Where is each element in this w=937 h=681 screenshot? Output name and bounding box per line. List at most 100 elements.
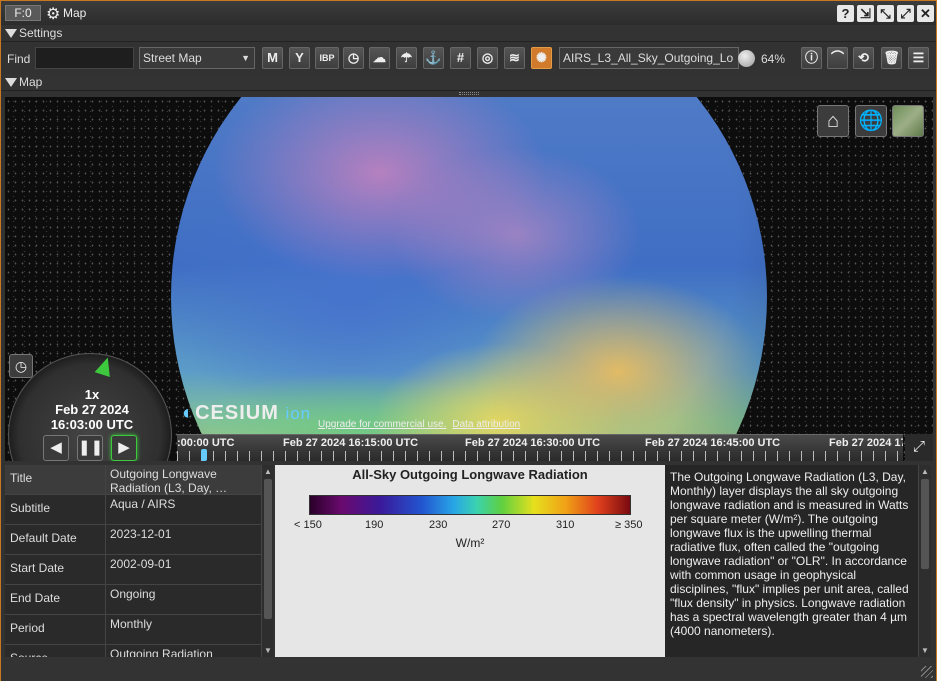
home-icon[interactable]: ⌂ bbox=[817, 105, 849, 137]
satellite-layer-icon[interactable]: ✺ bbox=[531, 47, 552, 69]
target-icon[interactable]: ◎ bbox=[477, 47, 498, 69]
delete-icon[interactable]: 🗑 bbox=[881, 47, 902, 69]
property-row[interactable]: Title Outgoing Longwave Radiation (L3, Da… bbox=[5, 465, 261, 495]
undock-icon[interactable]: ⇲ bbox=[857, 5, 874, 22]
find-label: Find bbox=[7, 52, 31, 66]
property-value: Outgoing Longwave Radiation (L3, Day, … bbox=[110, 467, 228, 495]
opacity-value: 64% bbox=[761, 52, 786, 66]
legend-tick: < 150 bbox=[294, 519, 322, 531]
property-row[interactable]: Period Monthly bbox=[5, 615, 261, 645]
layer-select[interactable]: AIRS_L3_All_Sky_Outgoing_Lo bbox=[559, 47, 739, 69]
clock-icon[interactable]: ◷ bbox=[343, 47, 364, 69]
map-section-header[interactable]: Map bbox=[1, 74, 936, 91]
wave-icon[interactable]: ≋ bbox=[504, 47, 525, 69]
map-style-select[interactable]: Street Map ▼ bbox=[139, 47, 255, 69]
property-row[interactable]: Source Outgoing Radiation bbox=[5, 645, 261, 657]
animation-date: Feb 27 2024 bbox=[55, 402, 129, 417]
grid-icon[interactable]: # bbox=[450, 47, 471, 69]
timeline-ticks bbox=[177, 451, 903, 461]
settings-section-header[interactable]: Settings bbox=[1, 25, 936, 42]
help-icon[interactable]: ? bbox=[837, 5, 854, 22]
globe-icon[interactable]: 🌐 bbox=[855, 105, 887, 137]
legend-tick: 230 bbox=[429, 519, 448, 531]
opacity-dial-icon[interactable] bbox=[738, 50, 755, 67]
map-style-value: Street Map bbox=[143, 51, 202, 65]
map-window: F:0 ⚙ Map ? ⇲ ⤡ ⤢ ✕ Settings Find Street… bbox=[0, 0, 937, 681]
property-value: Outgoing Radiation bbox=[110, 647, 213, 657]
scroll-up-icon[interactable]: ▲ bbox=[921, 467, 929, 476]
info-icon[interactable]: ⓘ bbox=[801, 47, 822, 69]
layer-properties-table: Title Outgoing Longwave Radiation (L3, Da… bbox=[5, 465, 261, 657]
status-bar bbox=[1, 657, 936, 681]
find-input[interactable] bbox=[35, 47, 134, 69]
cloud-icon[interactable]: ☁ bbox=[369, 47, 390, 69]
layer-description: The Outgoing Longwave Radiation (L3, Day… bbox=[665, 465, 918, 657]
fullscreen-icon[interactable]: ⤢ bbox=[905, 434, 933, 461]
maidenhead-button[interactable]: M bbox=[262, 47, 283, 69]
scroll-up-icon[interactable]: ▲ bbox=[264, 467, 272, 476]
property-value: Monthly bbox=[110, 617, 153, 631]
property-value: Ongoing bbox=[110, 587, 156, 601]
timeline-label: Feb 27 2024 16:15:00 UTC bbox=[283, 437, 419, 449]
maximize-icon[interactable]: ⤢ bbox=[897, 5, 914, 22]
collapse-triangle-icon bbox=[5, 29, 17, 38]
timeline-needle-icon[interactable] bbox=[201, 449, 207, 461]
property-key: Default Date bbox=[5, 525, 106, 555]
splitter-handle[interactable] bbox=[459, 92, 479, 95]
chevron-down-icon: ▼ bbox=[241, 53, 250, 63]
color-bar bbox=[309, 495, 631, 515]
globe-map-view[interactable]: ⌂ 🌐 ◷ 1x Feb 27 2024 16:03:00 UTC ◀ ❚❚ ▶… bbox=[5, 97, 933, 461]
animation-readout: 1x Feb 27 2024 16:03:00 UTC bbox=[27, 387, 157, 432]
cesium-ion: ion bbox=[285, 404, 312, 423]
scroll-thumb[interactable] bbox=[264, 479, 272, 619]
timeline[interactable]: :00:00 UTC Feb 27 2024 16:15:00 UTC Feb … bbox=[177, 434, 903, 461]
legend-title: All-Sky Outgoing Longwave Radiation bbox=[352, 467, 588, 482]
timeline-label: Feb 27 2024 16:30:00 UTC bbox=[465, 437, 601, 449]
map-label: Map bbox=[19, 75, 43, 89]
clock-mode-icon[interactable]: ◷ bbox=[9, 354, 33, 378]
scroll-down-icon[interactable]: ▼ bbox=[921, 646, 929, 655]
scroll-thumb[interactable] bbox=[921, 479, 929, 569]
data-attribution-link[interactable]: Data attribution bbox=[452, 419, 520, 430]
cesium-logo[interactable]: ◐CESIUM ion bbox=[182, 402, 311, 425]
ibp-button[interactable]: IBP bbox=[315, 47, 339, 69]
window-title: Map bbox=[63, 6, 87, 20]
legend-tick: ≥ 350 bbox=[615, 519, 643, 531]
legend-tick: 270 bbox=[492, 519, 511, 531]
rain-cloud-icon[interactable]: ☂ bbox=[396, 47, 417, 69]
map-toolbar: Find Street Map ▼ M Y IBP ◷ ☁ ☂ ⚓ # ◎ ≋ … bbox=[1, 43, 936, 73]
gear-icon[interactable]: ⚙ bbox=[46, 4, 60, 24]
shrink-icon[interactable]: ⤡ bbox=[877, 5, 894, 22]
timeline-label: Feb 27 2024 16:45:00 UTC bbox=[645, 437, 781, 449]
close-icon[interactable]: ✕ bbox=[917, 5, 934, 22]
collapse-triangle-icon bbox=[5, 78, 17, 87]
property-key: Period bbox=[5, 615, 106, 645]
antenna-icon[interactable]: Y bbox=[289, 47, 310, 69]
description-scrollbar[interactable]: ▲ ▼ bbox=[918, 465, 931, 657]
upgrade-link[interactable]: Upgrade for commercial use. bbox=[318, 419, 446, 430]
curve-icon[interactable]: ⌒ bbox=[827, 47, 848, 69]
scroll-down-icon[interactable]: ▼ bbox=[264, 646, 272, 655]
timeline-label: :00:00 UTC bbox=[177, 437, 235, 449]
property-row[interactable]: End Date Ongoing bbox=[5, 585, 261, 615]
transform-icon[interactable]: ⟲ bbox=[853, 47, 874, 69]
legend-tick: 310 bbox=[556, 519, 575, 531]
play-icon[interactable]: ▶ bbox=[111, 435, 137, 461]
cesium-brand: CESIUM bbox=[195, 402, 279, 424]
properties-scrollbar[interactable]: ▲ ▼ bbox=[261, 465, 273, 657]
settings-label: Settings bbox=[19, 26, 63, 40]
property-row[interactable]: Default Date 2023-12-01 bbox=[5, 525, 261, 555]
legend-units: W/m² bbox=[455, 536, 485, 550]
menu-icon[interactable]: ☰ bbox=[908, 47, 929, 69]
imagery-picker-icon[interactable] bbox=[892, 105, 924, 137]
anchor-icon[interactable]: ⚓ bbox=[423, 47, 444, 69]
play-reverse-icon[interactable]: ◀ bbox=[43, 435, 69, 461]
property-row[interactable]: Start Date 2002-09-01 bbox=[5, 555, 261, 585]
frame-selector[interactable]: F:0 bbox=[5, 5, 41, 21]
pause-icon[interactable]: ❚❚ bbox=[77, 435, 103, 461]
resize-grip-icon[interactable] bbox=[921, 666, 933, 678]
animation-time: 16:03:00 UTC bbox=[50, 417, 134, 432]
title-bar: F:0 ⚙ Map ? ⇲ ⤡ ⤢ ✕ bbox=[1, 1, 936, 25]
legend-tick: 190 bbox=[365, 519, 384, 531]
property-row[interactable]: Subtitle Aqua / AIRS bbox=[5, 495, 261, 525]
